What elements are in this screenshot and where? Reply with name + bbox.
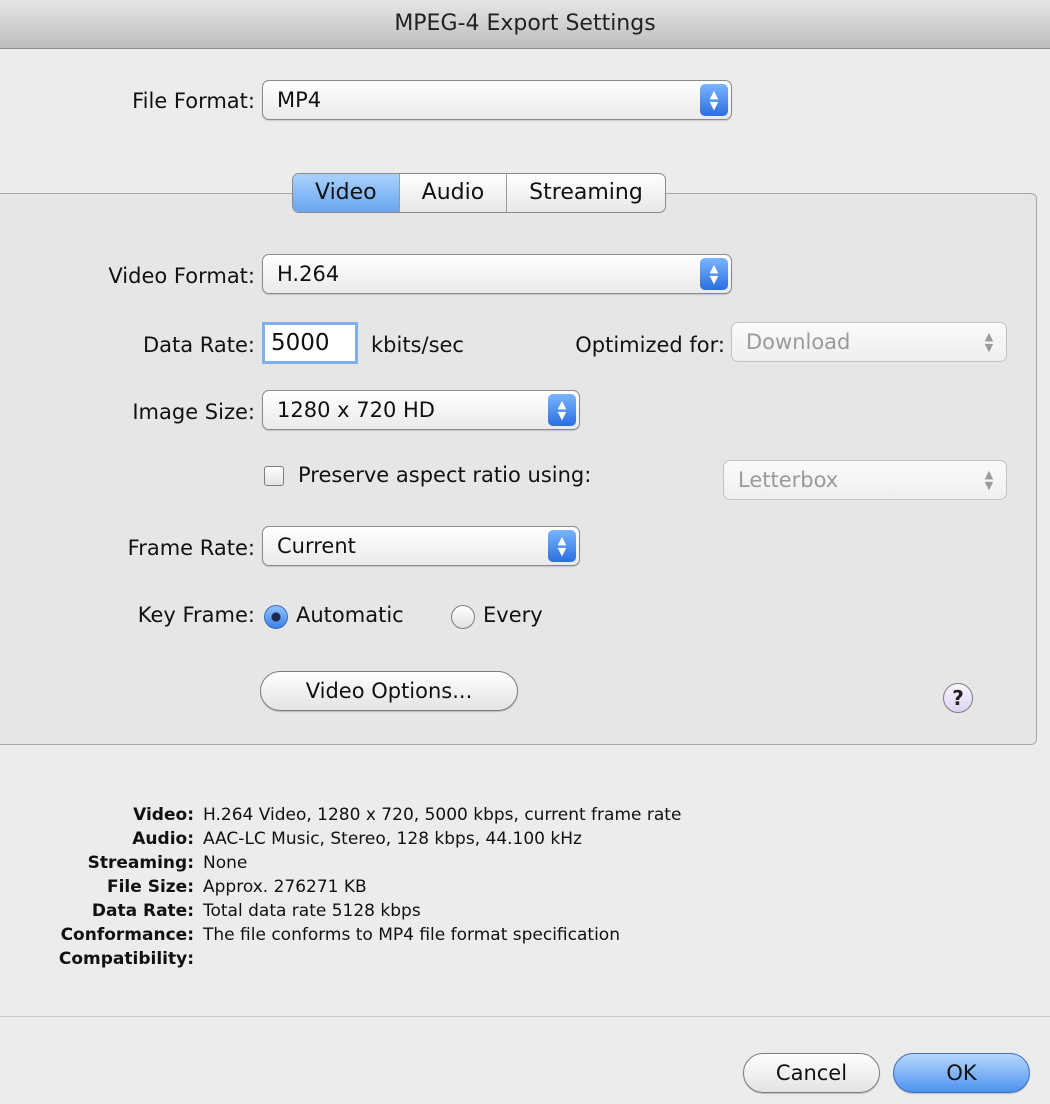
summary-key: File Size: bbox=[106, 877, 194, 897]
summary-row-data-rate: Data Rate: Total data rate 5128 kbps bbox=[0, 899, 681, 923]
summary-value: None bbox=[203, 853, 248, 873]
data-rate-unit: kbits/sec bbox=[371, 333, 464, 357]
file-format-value: MP4 bbox=[277, 88, 322, 112]
summary-row-file-size: File Size: Approx. 276271 KB bbox=[0, 875, 681, 899]
tab-audio[interactable]: Audio bbox=[400, 174, 508, 212]
help-icon[interactable]: ? bbox=[943, 683, 973, 713]
preserve-aspect-label: Preserve aspect ratio using: bbox=[298, 463, 592, 487]
popup-arrows-icon: ▲ ▼ bbox=[984, 330, 994, 354]
summary-row-conformance: Conformance: The file conforms to MP4 fil… bbox=[0, 923, 681, 947]
image-size-value: 1280 x 720 HD bbox=[277, 398, 435, 422]
summary-row-audio: Audio: AAC-LC Music, Stereo, 128 kbps, 44… bbox=[0, 827, 681, 851]
summary-row-streaming: Streaming: None bbox=[0, 851, 681, 875]
summary-key: Data Rate: bbox=[91, 901, 194, 921]
summary-value: Total data rate 5128 kbps bbox=[203, 901, 421, 921]
summary-value: AAC-LC Music, Stereo, 128 kbps, 44.100 k… bbox=[203, 829, 582, 849]
summary-key: Video: bbox=[133, 805, 194, 825]
frame-rate-popup[interactable]: Current ▲ ▼ bbox=[262, 526, 580, 566]
optimized-for-label: Optimized for: bbox=[575, 333, 725, 357]
video-format-popup[interactable]: H.264 ▲ ▼ bbox=[262, 254, 732, 294]
summary-value: H.264 Video, 1280 x 720, 5000 kbps, curr… bbox=[203, 805, 682, 825]
key-frame-every-label: Every bbox=[483, 603, 543, 627]
popup-arrows-icon: ▲ ▼ bbox=[984, 468, 994, 492]
optimized-for-popup[interactable]: Download ▲ ▼ bbox=[731, 322, 1007, 362]
optimized-for-value: Download bbox=[746, 330, 851, 354]
tab-video[interactable]: Video bbox=[293, 174, 400, 212]
summary-key: Compatibility: bbox=[58, 949, 194, 969]
ok-button[interactable]: OK bbox=[893, 1053, 1030, 1093]
summary-row-compatibility: Compatibility: bbox=[0, 947, 681, 971]
image-size-popup[interactable]: 1280 x 720 HD ▲ ▼ bbox=[262, 390, 580, 430]
preserve-mode-value: Letterbox bbox=[738, 468, 839, 492]
popup-arrows-icon: ▲ ▼ bbox=[548, 394, 576, 426]
preserve-aspect-checkbox[interactable] bbox=[264, 466, 284, 486]
data-rate-input[interactable]: 5000 bbox=[262, 322, 358, 364]
frame-rate-label: Frame Rate: bbox=[127, 536, 255, 560]
summary-key: Streaming: bbox=[87, 853, 194, 873]
video-format-label: Video Format: bbox=[108, 264, 255, 288]
summary-value: Approx. 276271 KB bbox=[203, 877, 367, 897]
image-size-label: Image Size: bbox=[132, 400, 255, 424]
key-frame-automatic-radio[interactable] bbox=[264, 605, 288, 629]
frame-rate-value: Current bbox=[277, 534, 356, 558]
window-title: MPEG-4 Export Settings bbox=[0, 0, 1050, 49]
divider bbox=[0, 1016, 1050, 1017]
popup-arrows-icon: ▲ ▼ bbox=[700, 84, 728, 116]
summary-key: Audio: bbox=[132, 829, 194, 849]
key-frame-automatic-label: Automatic bbox=[296, 603, 404, 627]
summary-row-video: Video: H.264 Video, 1280 x 720, 5000 kbps… bbox=[0, 803, 681, 827]
summary-key: Conformance: bbox=[60, 925, 194, 945]
file-format-label: File Format: bbox=[132, 89, 255, 113]
video-options-button[interactable]: Video Options... bbox=[260, 671, 518, 711]
tab-bar: Video Audio Streaming bbox=[292, 173, 666, 213]
tab-streaming[interactable]: Streaming bbox=[507, 174, 665, 212]
popup-arrows-icon: ▲ ▼ bbox=[700, 258, 728, 290]
data-rate-label: Data Rate: bbox=[142, 333, 255, 357]
key-frame-every-radio[interactable] bbox=[451, 605, 475, 629]
preserve-mode-popup[interactable]: Letterbox ▲ ▼ bbox=[723, 460, 1007, 500]
video-format-value: H.264 bbox=[277, 262, 340, 286]
settings-summary: Video: H.264 Video, 1280 x 720, 5000 kbps… bbox=[0, 803, 682, 971]
popup-arrows-icon: ▲ ▼ bbox=[548, 530, 576, 562]
summary-value: The file conforms to MP4 file format spe… bbox=[203, 925, 620, 945]
key-frame-label: Key Frame: bbox=[137, 603, 255, 627]
file-format-popup[interactable]: MP4 ▲ ▼ bbox=[262, 80, 732, 120]
cancel-button[interactable]: Cancel bbox=[743, 1053, 880, 1093]
